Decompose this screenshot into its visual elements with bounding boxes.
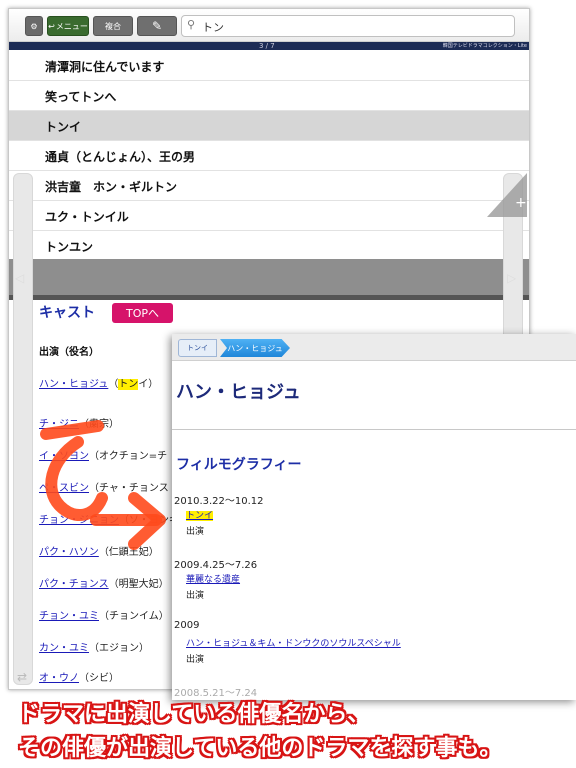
- caption-line-2: その俳優が出演している他のドラマを探す事も。: [18, 736, 502, 761]
- cast-row: チョン・ユミ（チョンイム）: [39, 607, 169, 622]
- promo-caption: ドラマに出演している俳優名から、 その俳優が出演している他のドラマを探す事も。: [0, 688, 576, 768]
- breadcrumb: トンイ ハン・ヒョジュ: [172, 334, 576, 361]
- actor-link[interactable]: ハン・ヒョジュ: [39, 379, 108, 390]
- result-label: 笑ってトンへ: [45, 90, 117, 104]
- prev-arrow-icon[interactable]: ◁: [15, 271, 24, 285]
- result-label: 洪吉童 ホン・ギルトン: [45, 180, 178, 194]
- actor-link[interactable]: カン・ユミ: [39, 643, 89, 654]
- cast-row: カン・ユミ（エジョン）: [39, 639, 149, 654]
- breadcrumb-item-current[interactable]: ハン・ヒョジュ: [220, 339, 290, 357]
- actor-link[interactable]: オ・ウノ: [39, 673, 79, 684]
- divider-line: [9, 295, 529, 300]
- film-role: 出演: [186, 591, 205, 601]
- breadcrumb-item[interactable]: トンイ: [178, 339, 217, 357]
- settings-button[interactable]: ⚙: [25, 16, 43, 36]
- menu-button[interactable]: ↩ メニュー: [47, 16, 89, 36]
- page-indicator-bar: 3 / 7 韓国テレビドラマコレクション・Lite: [9, 42, 529, 50]
- cast-row: パク・チョンス（明聖大妃）: [39, 575, 169, 590]
- result-label: トンユン: [45, 240, 94, 254]
- result-item[interactable]: 笑ってトンへ: [9, 81, 529, 111]
- compound-label: 複合: [105, 21, 121, 31]
- plus-icon[interactable]: +: [487, 173, 527, 223]
- actor-detail-panel: トンイ ハン・ヒョジュ ハン・ヒョジュ フィルモグラフィー 2010.3.22〜…: [172, 334, 576, 700]
- page-number: 3 / 7: [259, 42, 275, 50]
- role-highlight: トン: [118, 379, 139, 390]
- actor-link[interactable]: パク・チョンス: [39, 579, 109, 590]
- svg-text:+: +: [515, 195, 527, 211]
- top-button[interactable]: TOPへ: [112, 303, 173, 323]
- result-item[interactable]: 通貞（とんじょん）、王の男: [9, 141, 529, 171]
- result-item[interactable]: 清潭洞に住んでいます: [9, 51, 529, 81]
- film-link[interactable]: ハン・ヒョジュ＆キム・ドンウクのソウルスペシャル: [186, 636, 401, 649]
- result-item-selected[interactable]: トンイ: [9, 111, 529, 141]
- film-date: 2010.3.22〜10.12: [174, 496, 264, 507]
- result-label: ユク・トンイル: [45, 210, 129, 224]
- compound-search-button[interactable]: 複合: [93, 16, 133, 36]
- divider-band: [9, 259, 529, 295]
- pen-button[interactable]: ✎: [137, 16, 177, 36]
- cast-row: ハン・ヒョジュ（トンイ）: [39, 375, 158, 390]
- gear-icon: ⚙: [30, 21, 38, 31]
- role-text: （チョンイム）: [99, 611, 169, 622]
- film-link[interactable]: 華麗なる遺産: [186, 572, 240, 585]
- result-item[interactable]: 洪吉童 ホン・ギルトン: [9, 171, 529, 201]
- film-date: 2009.4.25〜7.26: [174, 560, 258, 571]
- next-arrow-icon[interactable]: ▷: [507, 271, 516, 285]
- role-text: （シビ）: [79, 673, 119, 684]
- film-role: 出演: [186, 527, 205, 537]
- actor-link[interactable]: チョン・ユミ: [39, 611, 99, 622]
- result-label: 通貞（とんじょん）、王の男: [45, 150, 196, 164]
- filmography-heading: フィルモグラフィー: [176, 457, 302, 473]
- actor-title: ハン・ヒョジュ: [176, 382, 301, 403]
- cast-heading: キャスト: [39, 305, 95, 321]
- result-item[interactable]: ユク・トンイル: [9, 201, 529, 231]
- film-title: トンイ: [186, 511, 214, 521]
- cast-column-header: 出演（役名）: [39, 347, 99, 358]
- role-text: （明聖大妃）: [108, 579, 169, 590]
- role-text: イ）: [138, 379, 159, 390]
- result-label: 清潭洞に住んでいます: [45, 60, 165, 74]
- film-role: 出演: [186, 655, 205, 665]
- toolbar: ⚙ ↩ メニュー 複合 ✎ ⚲ トン: [9, 9, 529, 42]
- swap-icon[interactable]: ⇄: [17, 670, 27, 684]
- left-side-handle[interactable]: [13, 173, 33, 685]
- film-date: 2009: [174, 620, 200, 631]
- cast-row: オ・ウノ（シビ）: [39, 669, 119, 684]
- back-arrow-icon: ↩: [48, 21, 55, 31]
- divider: [172, 429, 576, 430]
- result-item[interactable]: トンユン: [9, 231, 529, 261]
- role-text: （: [108, 379, 119, 390]
- role-text: （エジョン）: [89, 643, 149, 654]
- search-value: トン: [202, 21, 224, 34]
- app-name: 韓国テレビドラマコレクション・Lite: [442, 43, 527, 49]
- red-arrow-icon: [40, 420, 166, 550]
- menu-label: メニュー: [55, 21, 88, 31]
- search-input[interactable]: ⚲ トン: [181, 15, 515, 37]
- film-link[interactable]: トンイ: [186, 508, 214, 521]
- result-label: トンイ: [45, 120, 82, 134]
- search-icon: ⚲: [187, 18, 196, 31]
- pen-icon: ✎: [151, 19, 163, 33]
- caption-line-1: ドラマに出演している俳優名から、: [18, 702, 370, 727]
